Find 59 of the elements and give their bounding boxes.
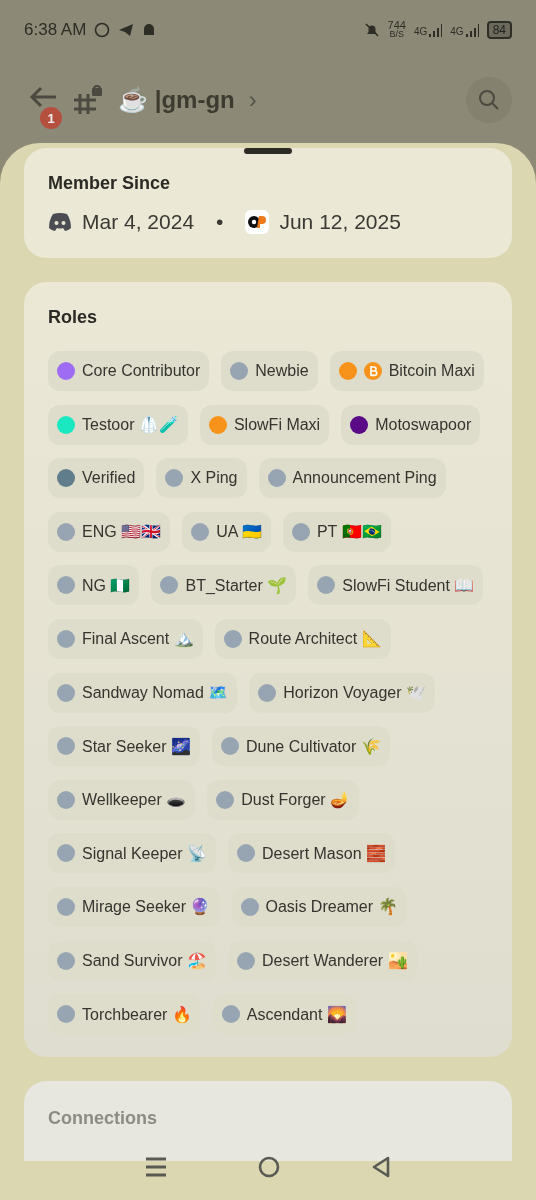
role-tag[interactable]: Sand Survivor 🏖 bbox=[48, 940, 216, 981]
role-tag[interactable]: Verified bbox=[48, 458, 145, 499]
muted-bell-icon bbox=[363, 22, 380, 38]
role-tag[interactable]: Core Contributor bbox=[48, 351, 210, 391]
role-tag[interactable]: PT 🇵🇹🇧🇷 bbox=[282, 511, 391, 552]
separator: • bbox=[216, 210, 224, 234]
paper-plane-icon bbox=[118, 23, 135, 37]
role-tag[interactable]: Oasis Dreamer 🌴 bbox=[231, 886, 407, 927]
role-tag[interactable]: Sandway Nomad 🗺 bbox=[48, 672, 238, 713]
role-tag[interactable]: Bitcoin Maxi bbox=[329, 351, 484, 391]
network-type: 4G bbox=[450, 26, 464, 37]
battery-indicator: 84 bbox=[486, 21, 512, 39]
game-controller-icon bbox=[48, 213, 72, 231]
role-tag[interactable]: Announcement Ping bbox=[258, 458, 446, 499]
net-unit: B/S bbox=[389, 30, 405, 39]
join-date: Mar 4, 2024 bbox=[82, 210, 195, 234]
role-tag[interactable]: SlowFi Student 📖 bbox=[308, 565, 484, 606]
clock: 6:38 AM bbox=[24, 20, 87, 40]
role-tag[interactable]: Motoswapoor bbox=[341, 404, 481, 445]
home-icon[interactable] bbox=[258, 1156, 280, 1178]
role-tag[interactable]: Desert Wanderer 🏜 bbox=[227, 940, 417, 981]
signal-icon bbox=[428, 23, 443, 37]
net-speed: 744 bbox=[387, 21, 406, 30]
role-tag[interactable]: Final Ascent 🏔 bbox=[48, 618, 203, 659]
role-tag[interactable]: NG 🇳🇬 bbox=[48, 565, 140, 606]
role-tag[interactable]: X Ping bbox=[156, 458, 247, 499]
locked-channel-icon bbox=[72, 84, 104, 116]
bitcoin-icon bbox=[363, 362, 382, 380]
back-arrow-icon[interactable] bbox=[28, 85, 58, 109]
role-tag[interactable]: Horizon Voyager 🕊 bbox=[249, 672, 436, 713]
role-tag[interactable]: Torchbearer 🔥 bbox=[48, 994, 201, 1035]
role-tag[interactable]: SlowFi Maxi bbox=[199, 404, 330, 445]
role-tag[interactable]: Desert Mason 🧱 bbox=[227, 833, 395, 874]
join-date: Jun 12, 2025 bbox=[279, 210, 401, 234]
role-tag[interactable]: Mirage Seeker 🔮 bbox=[48, 886, 220, 927]
menu-icon[interactable] bbox=[145, 1156, 168, 1178]
network-type: 4G bbox=[413, 26, 428, 37]
signal-icon bbox=[464, 23, 479, 37]
search-button[interactable] bbox=[466, 77, 512, 123]
section-title: Roles bbox=[48, 306, 99, 328]
role-tag[interactable]: Testoor 🥼🧪 bbox=[48, 404, 188, 445]
role-tag[interactable]: ENG 🇺🇸🇬🇧 bbox=[48, 511, 171, 552]
search-icon bbox=[477, 88, 501, 112]
drag-handle[interactable] bbox=[244, 148, 292, 154]
section-title: Member Since bbox=[48, 172, 172, 194]
role-tag[interactable]: Dune Cultivator 🌾 bbox=[211, 726, 390, 767]
back-icon[interactable] bbox=[370, 1156, 391, 1178]
role-tag[interactable]: Signal Keeper 📡 bbox=[48, 833, 216, 874]
role-tag[interactable]: Dust Forger 🪔 bbox=[207, 779, 360, 820]
role-tag[interactable]: Wellkeeper 🕳 bbox=[48, 779, 196, 820]
section-title: Connections bbox=[48, 1107, 158, 1130]
role-tag[interactable]: Newbie bbox=[221, 351, 318, 391]
role-tag[interactable]: Route Architect 📐 bbox=[214, 618, 391, 659]
role-tag[interactable]: BT_Starter 🌱 bbox=[151, 565, 297, 606]
notification-badge: 1 bbox=[40, 107, 62, 129]
role-tag[interactable]: UA 🇺🇦 bbox=[182, 511, 271, 552]
role-tag[interactable]: Ascendant 🌄 bbox=[212, 994, 356, 1035]
server-logo-icon bbox=[245, 210, 270, 234]
role-tag[interactable]: Star Seeker 🌌 bbox=[48, 726, 200, 767]
